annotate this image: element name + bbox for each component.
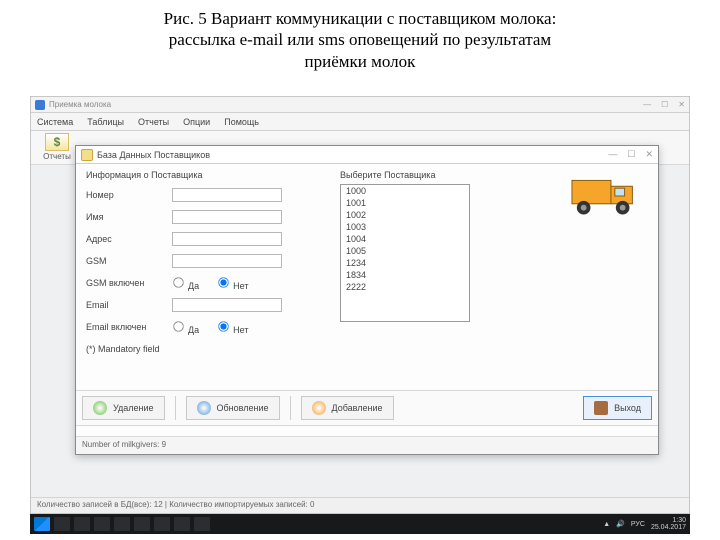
main-window: Приемка молока — ☐ ✕ Система Таблицы Отчет… — [30, 96, 690, 514]
add-button[interactable]: Добавление — [301, 396, 394, 420]
separator — [175, 396, 176, 420]
close-button[interactable]: ✕ — [678, 100, 685, 109]
label-email-on: Email включен — [86, 322, 172, 332]
taskbar-app[interactable] — [94, 517, 110, 531]
update-icon — [197, 401, 211, 415]
caption-line: приёмки молок — [30, 51, 690, 72]
menu-item[interactable]: Система — [37, 117, 73, 127]
menu-item[interactable]: Опции — [183, 117, 210, 127]
delete-button[interactable]: Удаление — [82, 396, 165, 420]
taskbar-app[interactable] — [134, 517, 150, 531]
list-item[interactable]: 1002 — [341, 209, 469, 221]
dialog-minimize-button[interactable]: — — [608, 149, 617, 160]
taskbar-app[interactable] — [114, 517, 130, 531]
gsm-no-radio[interactable]: Нет — [217, 276, 248, 291]
main-statusbar: Количество записей в БД(все): 12 | Колич… — [31, 497, 689, 513]
minimize-button[interactable]: — — [643, 100, 651, 109]
menu-item[interactable]: Таблицы — [87, 117, 124, 127]
separator — [290, 396, 291, 420]
taskbar-app[interactable] — [74, 517, 90, 531]
language-indicator[interactable]: РУС — [631, 521, 645, 528]
dialog-title: База Данных Поставщиков — [97, 150, 210, 160]
exit-button[interactable]: Выход — [583, 396, 652, 420]
start-button[interactable] — [34, 517, 50, 531]
list-item[interactable]: 1001 — [341, 197, 469, 209]
system-tray: ▲ 🔊 РУС 1:30 25.04.2017 — [603, 517, 686, 531]
taskbar-app[interactable] — [54, 517, 70, 531]
label-gsm: GSM — [86, 256, 172, 266]
list-item[interactable]: 1005 — [341, 245, 469, 257]
supplier-dialog: База Данных Поставщиков — ☐ ✕ Информация… — [75, 145, 659, 455]
address-input[interactable] — [172, 232, 282, 246]
email-no-radio[interactable]: Нет — [217, 320, 248, 335]
dialog-maximize-button[interactable]: ☐ — [627, 149, 635, 160]
delete-icon — [93, 401, 107, 415]
main-window-title: Приемка молока — [49, 100, 111, 109]
dialog-statusbar: Number of milkgivers: 9 — [76, 436, 658, 454]
toolbar-reports-button[interactable]: $ Отчеты — [37, 133, 77, 161]
menu-item[interactable]: Помощь — [224, 117, 259, 127]
clock[interactable]: 1:30 25.04.2017 — [651, 517, 686, 531]
dialog-body: Информация о Поставщика Номер Имя Адрес … — [76, 164, 658, 454]
tray-icon[interactable]: 🔊 — [616, 521, 625, 528]
gsm-on-radio-group: Да Нет — [172, 276, 248, 291]
label-email: Email — [86, 300, 172, 310]
list-item[interactable]: 1004 — [341, 233, 469, 245]
label-address: Адрес — [86, 234, 172, 244]
list-item[interactable]: 2222 — [341, 281, 469, 293]
email-on-radio-group: Да Нет — [172, 320, 248, 335]
update-button[interactable]: Обновление — [186, 396, 280, 420]
label-gsm-on: GSM включен — [86, 278, 172, 288]
number-input[interactable] — [172, 188, 282, 202]
dialog-titlebar: База Данных Поставщиков — ☐ ✕ — [76, 146, 658, 164]
list-item[interactable]: 1003 — [341, 221, 469, 233]
main-window-titlebar: Приемка молока — ☐ ✕ — [31, 97, 689, 113]
gsm-yes-radio[interactable]: Да — [172, 276, 199, 291]
dialog-close-button[interactable]: ✕ — [645, 149, 653, 160]
app-icon — [35, 100, 45, 110]
select-supplier-label: Выберите Поставщика — [340, 170, 470, 180]
dialog-icon — [81, 149, 93, 161]
menu-item[interactable]: Отчеты — [138, 117, 169, 127]
truck-icon — [570, 170, 648, 222]
list-item[interactable]: 1834 — [341, 269, 469, 281]
email-input[interactable] — [172, 298, 282, 312]
add-icon — [312, 401, 326, 415]
caption-line: рассылка e-mail или sms оповещений по ре… — [30, 29, 690, 50]
tray-icon[interactable]: ▲ — [603, 521, 610, 528]
figure-caption: Рис. 5 Вариант коммуникации с поставщико… — [0, 0, 720, 76]
list-item[interactable]: 1000 — [341, 185, 469, 197]
taskbar-app[interactable] — [194, 517, 210, 531]
email-yes-radio[interactable]: Да — [172, 320, 199, 335]
name-input[interactable] — [172, 210, 282, 224]
menubar: Система Таблицы Отчеты Опции Помощь — [31, 113, 689, 131]
taskbar-app[interactable] — [174, 517, 190, 531]
taskbar: ▲ 🔊 РУС 1:30 25.04.2017 — [30, 514, 690, 534]
dollar-icon: $ — [45, 133, 69, 151]
label-number: Номер — [86, 190, 172, 200]
toolbar-label: Отчеты — [37, 152, 77, 161]
caption-line: Рис. 5 Вариант коммуникации с поставщико… — [30, 8, 690, 29]
list-item[interactable]: 1234 — [341, 257, 469, 269]
dialog-button-bar: Удаление Обновление Добавление Выход — [76, 390, 658, 426]
window-controls: — ☐ ✕ — [643, 100, 685, 109]
exit-icon — [594, 401, 608, 415]
maximize-button[interactable]: ☐ — [661, 100, 668, 109]
supplier-listbox[interactable]: 100010011002100310041005123418342222 — [340, 184, 470, 322]
taskbar-app[interactable] — [154, 517, 170, 531]
dialog-window-controls: — ☐ ✕ — [608, 149, 653, 160]
supplier-select-block: Выберите Поставщика 10001001100210031004… — [340, 170, 470, 322]
label-name: Имя — [86, 212, 172, 222]
gsm-input[interactable] — [172, 254, 282, 268]
mandatory-note: (*) Mandatory field — [86, 344, 648, 354]
